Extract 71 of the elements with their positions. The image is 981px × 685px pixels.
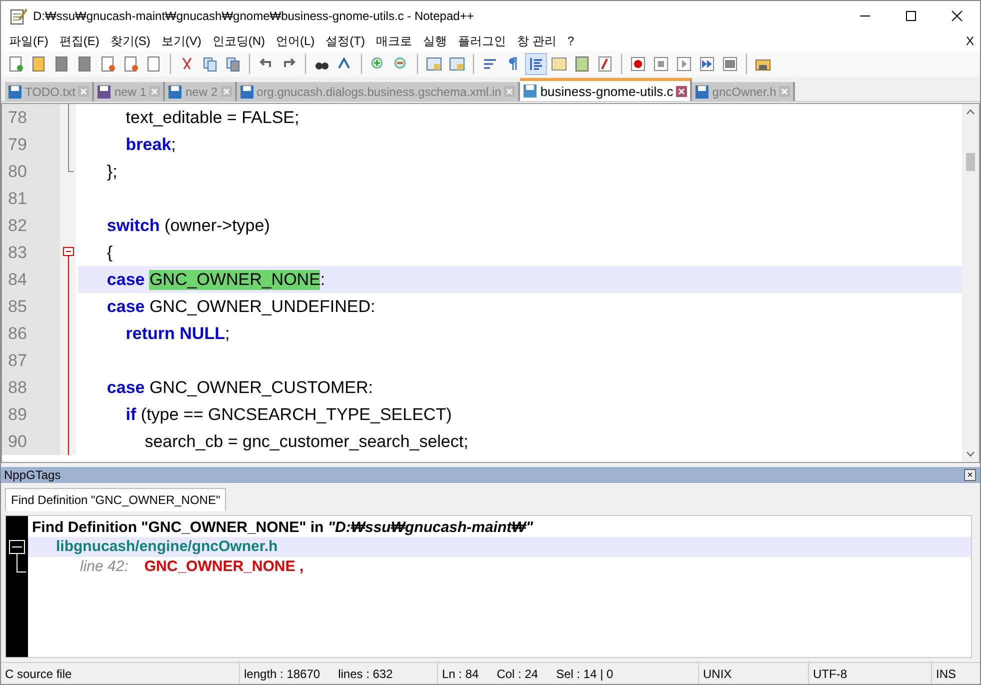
code-keyword: switch xyxy=(106,216,160,236)
line-number: 81 xyxy=(2,185,60,212)
length-count: length : 18670 xyxy=(244,666,320,680)
code-text: search_cb = gnc_customer_search_select; xyxy=(144,432,468,452)
line-number: 82 xyxy=(2,212,60,239)
file-type: C source file xyxy=(1,663,240,684)
line-position: Ln : 84 xyxy=(442,666,479,680)
code-text: (type == GNCSEARCH_TYPE_SELECT) xyxy=(140,404,452,424)
line-label: line 42: xyxy=(80,558,128,575)
line-number: 78 xyxy=(2,104,60,131)
encoding: UTF-8 xyxy=(809,663,932,684)
match-text[interactable]: GNC_OWNER_NONE , xyxy=(144,558,304,575)
menu-item[interactable]: 매크로 xyxy=(371,32,418,50)
menu-item[interactable]: 찾기(S) xyxy=(105,32,156,50)
line-number: 85 xyxy=(2,293,60,320)
scroll-thumb[interactable] xyxy=(966,153,975,171)
code-text: ; xyxy=(224,324,230,344)
menu-item[interactable]: 보기(V) xyxy=(156,32,208,50)
code-text: { xyxy=(106,242,113,262)
document-tab[interactable]: business-gnome-utils.c xyxy=(520,78,692,101)
code-text: (owner->type) xyxy=(164,216,270,236)
menu-item[interactable]: 설정(T) xyxy=(320,32,371,50)
code-keyword: case xyxy=(106,270,146,290)
menu-item[interactable]: 창 관리 xyxy=(512,32,562,50)
code-text: ; xyxy=(171,134,176,154)
code-text: GNC_OWNER_CUSTOMER: xyxy=(148,378,373,398)
panel-tab[interactable]: Find Definition "GNC_OWNER_NONE" xyxy=(5,488,226,511)
indent-guide-icon[interactable] xyxy=(525,53,547,75)
lines-count: lines : 632 xyxy=(338,666,393,680)
menu-item[interactable]: 실행 xyxy=(418,32,453,50)
line-number: 89 xyxy=(2,401,60,428)
code-text: }; xyxy=(106,162,118,182)
maximize-icon[interactable] xyxy=(905,10,917,22)
code-keyword: case xyxy=(106,378,145,398)
code-text: : xyxy=(320,270,326,290)
code-keyword: return NULL xyxy=(124,324,225,344)
insert-mode: INS xyxy=(935,666,958,682)
menu-item[interactable]: 편집(E) xyxy=(54,32,106,50)
close-document-button[interactable]: X xyxy=(966,34,980,48)
line-number: 88 xyxy=(2,374,60,401)
menu-item[interactable]: 파일(F) xyxy=(4,32,54,50)
line-number: 84 xyxy=(2,266,60,293)
scroll-down-icon[interactable] xyxy=(966,451,975,457)
panel-title: NppGTags xyxy=(4,468,62,482)
line-number: 86 xyxy=(2,320,60,347)
menu-item[interactable]: ? xyxy=(562,34,580,48)
code-text: GNC_OWNER_UNDEFINED: xyxy=(148,296,376,316)
line-number: 90 xyxy=(2,428,60,455)
code-keyword: if xyxy=(124,404,136,424)
notepad-icon xyxy=(9,7,27,25)
line-ending: UNIX xyxy=(699,663,809,684)
scroll-up-icon[interactable] xyxy=(966,109,975,115)
line-number: 87 xyxy=(2,347,60,374)
close-panel-button[interactable]: × xyxy=(964,469,976,481)
window-title: D:₩ssu₩gnucash-maint₩gnucash₩gnome₩business-gnome-utils.c - Notepad++ xyxy=(33,9,475,23)
code-keyword: break xyxy=(124,134,172,154)
menu-item[interactable]: 인코딩(N) xyxy=(207,32,271,50)
menu-item[interactable]: 플러그인 xyxy=(453,32,512,50)
close-tab-icon[interactable] xyxy=(676,86,688,96)
line-number: 79 xyxy=(2,131,60,158)
code-text: text_editable = FALSE; xyxy=(124,108,300,128)
search-header: Find Definition "GNC_OWNER_NONE" in "D:₩ssu₩gnucash-maint₩" xyxy=(31,518,534,537)
column-position: Col : 24 xyxy=(496,666,538,680)
line-number: 80 xyxy=(2,158,60,185)
vertical-scrollbar[interactable] xyxy=(962,104,979,462)
menu-item[interactable]: 언어(L) xyxy=(271,32,321,50)
line-number: 83 xyxy=(2,239,60,266)
close-icon[interactable] xyxy=(951,10,963,22)
code-keyword: case xyxy=(106,296,145,316)
highlighted-word: GNC_OWNER_NONE xyxy=(149,270,320,290)
selection-count: Sel : 14 | 0 xyxy=(556,666,614,680)
